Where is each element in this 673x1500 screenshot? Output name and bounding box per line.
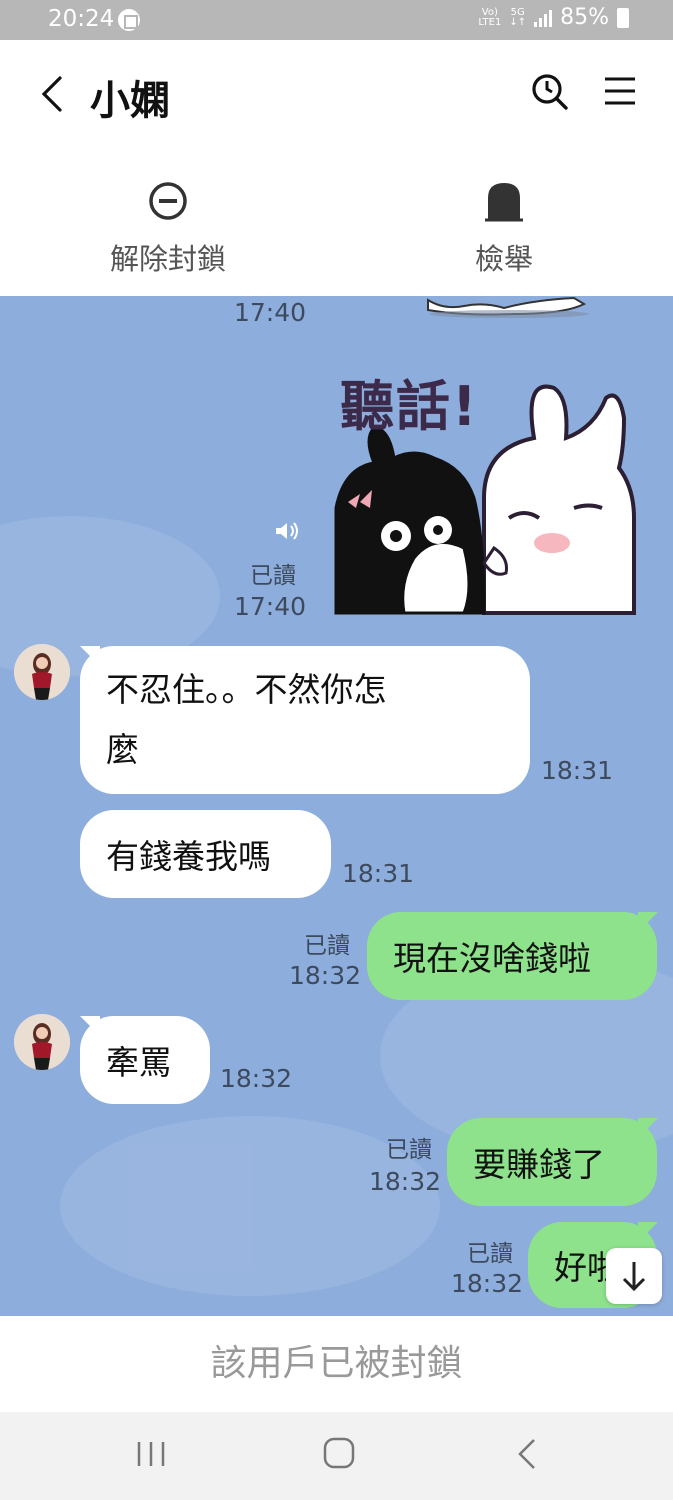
scroll-to-bottom-button[interactable]	[606, 1248, 662, 1304]
network-indicator: Vo) LTE1	[478, 6, 502, 28]
incoming-message[interactable]: 不忍住。。不然你怎 麼	[80, 646, 530, 794]
status-bar: 20:24 Vo) LTE1 5G ↓↑ 85%	[0, 0, 673, 40]
back-icon[interactable]	[36, 74, 70, 114]
outgoing-message[interactable]: 現在沒啥錢啦	[367, 912, 657, 1000]
outgoing-message[interactable]: 要賺錢了	[447, 1118, 657, 1206]
menu-icon[interactable]	[604, 76, 636, 106]
sticker-caption: 聽話!	[340, 375, 479, 438]
nav-home-icon[interactable]	[322, 1436, 356, 1470]
message-time: 18:32	[289, 961, 362, 990]
status-time: 20:24	[48, 6, 115, 32]
data-activity-label: ↓↑	[509, 16, 527, 28]
message-time: 18:31	[541, 756, 614, 785]
battery-icon	[617, 7, 629, 28]
message-text: 不忍住。。不然你怎	[106, 670, 387, 709]
avatar[interactable]	[14, 1014, 70, 1070]
search-icon[interactable]	[530, 72, 570, 112]
scroll-down-icon	[622, 1262, 646, 1292]
message-time: 18:32	[451, 1269, 524, 1298]
message-time: 17:40	[234, 592, 307, 621]
screenshot-icon	[118, 9, 140, 31]
unblock-button[interactable]: 解除封鎖	[88, 180, 248, 278]
network-bottom-label: LTE1	[478, 16, 502, 28]
avatar[interactable]	[14, 644, 70, 700]
incoming-message[interactable]: 牽罵	[80, 1016, 210, 1104]
network-top-label: Vo)	[481, 6, 498, 18]
message-time: 18:32	[369, 1167, 442, 1196]
message-text: 現在沒啥錢啦	[393, 939, 591, 978]
nav-back-icon[interactable]	[516, 1438, 538, 1470]
message-text: 要賺錢了	[473, 1145, 605, 1184]
nav-recents-icon[interactable]	[136, 1440, 166, 1468]
message-time: 18:32	[220, 1064, 293, 1093]
message-text: 麼	[106, 730, 139, 769]
incoming-message[interactable]: 有錢養我嗎	[80, 810, 331, 898]
message-time: 18:31	[342, 859, 415, 888]
report-icon	[485, 183, 523, 222]
signal-icon	[534, 9, 553, 27]
message-time: 17:40	[234, 298, 307, 327]
generation-indicator: 5G ↓↑	[509, 6, 527, 28]
read-receipt: 已讀	[250, 563, 296, 589]
read-receipt: 已讀	[304, 933, 350, 959]
message-text: 牽罵	[106, 1043, 172, 1082]
blocked-notice: 該用戶已被封鎖	[0, 1316, 673, 1412]
read-receipt: 已讀	[467, 1241, 513, 1267]
chat-header: 小嫻 解除封鎖 檢舉	[0, 40, 673, 296]
system-nav-bar	[0, 1412, 673, 1500]
chat-area[interactable]: 17:40 聽話! 已讀 17:40 不忍住。。不然你怎 麼 18:31 有錢養…	[0, 296, 673, 1316]
chat-title: 小嫻	[90, 78, 170, 124]
status-indicators: Vo) LTE1 5G ↓↑ 85%	[478, 5, 629, 30]
speaker-icon[interactable]	[274, 520, 300, 542]
partial-sticker	[427, 296, 589, 318]
message-text: 有錢養我嗎	[106, 837, 271, 876]
generation-label: 5G	[510, 6, 525, 18]
unblock-icon	[149, 182, 187, 220]
unblock-label: 解除封鎖	[109, 242, 226, 276]
read-receipt: 已讀	[386, 1137, 432, 1163]
report-label: 檢舉	[474, 242, 533, 276]
battery-percent: 85%	[560, 5, 609, 30]
report-button[interactable]: 檢舉	[424, 180, 584, 278]
